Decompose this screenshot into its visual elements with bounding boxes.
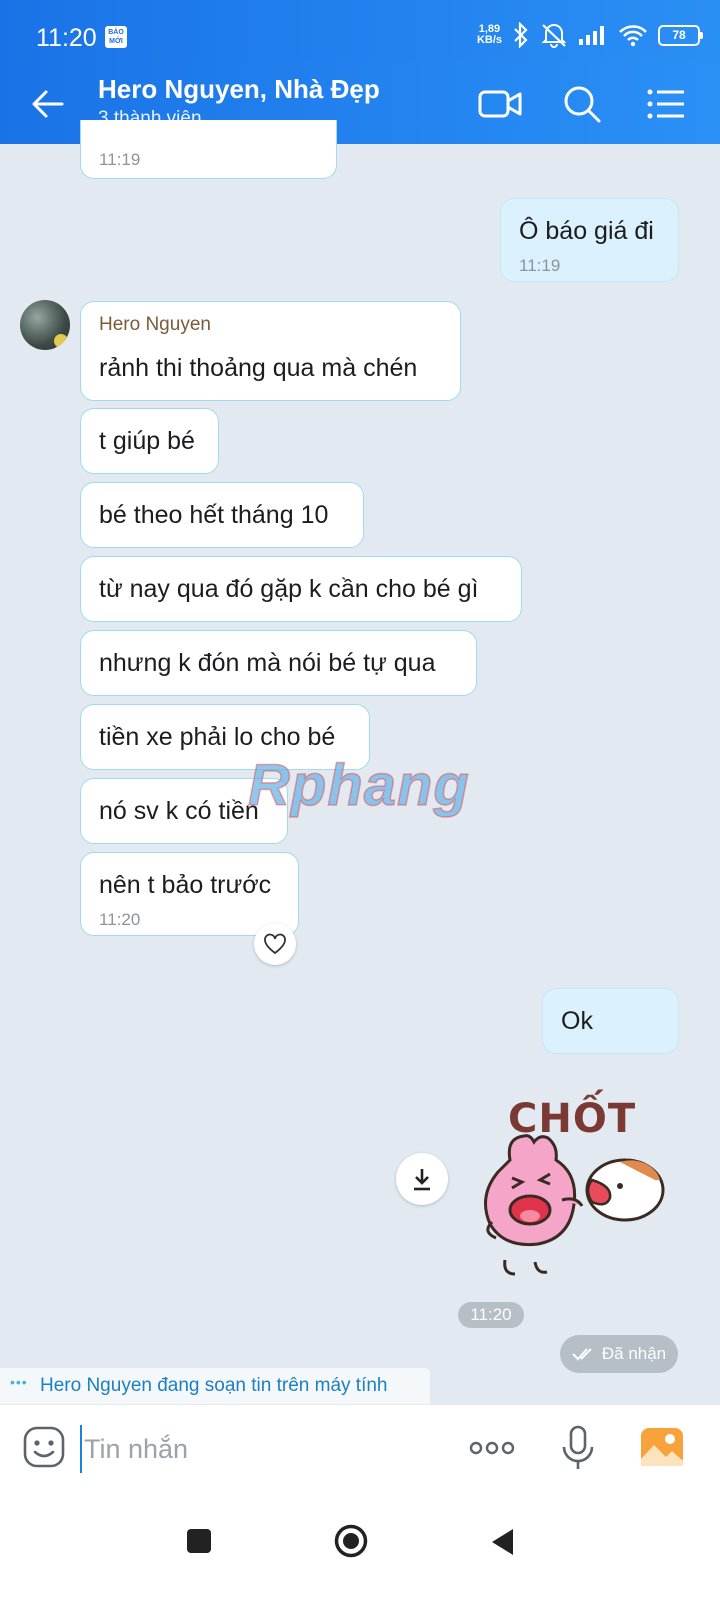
heart-icon bbox=[264, 933, 286, 955]
download-icon bbox=[414, 1169, 430, 1191]
message-text: nó sv k có tiền bbox=[99, 797, 259, 825]
message-bubble-incoming[interactable]: nhưng k đón mà nói bé tự qua bbox=[80, 630, 477, 696]
message-bubble-incoming[interactable]: 11:19 bbox=[80, 120, 337, 179]
message-bubble-outgoing[interactable]: Ok bbox=[542, 988, 679, 1054]
system-nav-bar bbox=[0, 1490, 720, 1600]
message-text: rảnh thi thoảng qua mà chén bbox=[99, 354, 418, 382]
search-icon[interactable] bbox=[558, 80, 606, 128]
message-bubble-incoming[interactable]: từ nay qua đó gặp k cần cho bé gì bbox=[80, 556, 522, 622]
message-text: t giúp bé bbox=[99, 427, 195, 455]
typing-indicator-text: Hero Nguyen đang soạn tin trên máy tính bbox=[40, 1375, 388, 1396]
composer-bar bbox=[0, 1404, 720, 1491]
download-sticker-button[interactable] bbox=[396, 1153, 448, 1205]
image-icon[interactable] bbox=[640, 1427, 684, 1467]
message-time: 11:19 bbox=[99, 150, 141, 169]
network-speed-unit: KB/s bbox=[476, 34, 502, 46]
network-speed: 1,89 KB/s bbox=[477, 24, 502, 46]
status-bar: 11:20 BÁO MỚI 1,89 KB/s 78 bbox=[0, 0, 720, 60]
typing-indicator: ••• Hero Nguyen đang soạn tin trên máy t… bbox=[0, 1368, 430, 1404]
sender-name: Hero Nguyen bbox=[99, 314, 211, 335]
nav-home-icon[interactable] bbox=[334, 1524, 368, 1558]
back-arrow-icon[interactable] bbox=[26, 82, 70, 126]
received-status: Đã nhận bbox=[560, 1335, 678, 1373]
message-bubble-incoming[interactable]: Hero Nguyen rảnh thi thoảng qua mà chén bbox=[80, 301, 461, 401]
message-bubble-incoming[interactable]: t giúp bé bbox=[80, 408, 219, 474]
menu-list-icon[interactable] bbox=[642, 80, 690, 128]
more-icon[interactable] bbox=[468, 1433, 516, 1463]
nav-back-icon[interactable] bbox=[490, 1528, 514, 1556]
wifi-icon bbox=[619, 25, 647, 47]
mic-icon[interactable] bbox=[560, 1425, 596, 1471]
news-app-icon: BÁO MỚI bbox=[105, 26, 127, 48]
message-text: từ nay qua đó gặp k cần cho bé gì bbox=[99, 575, 479, 603]
mute-icon bbox=[541, 24, 567, 48]
chat-title[interactable]: Hero Nguyen, Nhà Đẹp bbox=[98, 74, 380, 105]
message-text: tiền xe phải lo cho bé bbox=[99, 723, 336, 751]
video-call-icon[interactable] bbox=[476, 80, 524, 128]
message-input[interactable] bbox=[80, 1425, 446, 1473]
bluetooth-icon bbox=[514, 22, 528, 48]
message-text: Ok bbox=[561, 1007, 593, 1035]
sticker-time: 11:20 bbox=[458, 1302, 524, 1328]
message-time: 11:19 bbox=[519, 256, 561, 275]
message-text: Ô báo giá đi bbox=[519, 217, 654, 245]
message-bubble-incoming[interactable]: nên t bảo trước 11:20 bbox=[80, 852, 299, 936]
message-text: nên t bảo trước bbox=[99, 871, 272, 899]
emoji-icon[interactable] bbox=[22, 1425, 66, 1469]
battery-indicator: 78 bbox=[658, 24, 703, 46]
avatar[interactable] bbox=[20, 300, 70, 350]
message-bubble-outgoing[interactable]: Ô báo giá đi 11:19 bbox=[500, 198, 679, 282]
message-text: bé theo hết tháng 10 bbox=[99, 501, 329, 529]
message-text: nhưng k đón mà nói bé tự qua bbox=[99, 649, 436, 677]
sticker-image[interactable] bbox=[470, 1090, 690, 1290]
react-heart-button[interactable] bbox=[254, 923, 296, 965]
signal-icon bbox=[579, 26, 604, 45]
typing-dots-icon: ••• bbox=[10, 1374, 28, 1390]
check-icon bbox=[572, 1348, 592, 1361]
watermark: Rphang bbox=[247, 752, 470, 819]
message-bubble-incoming[interactable]: bé theo hết tháng 10 bbox=[80, 482, 364, 548]
received-status-text: Đã nhận bbox=[601, 1344, 667, 1363]
message-time: 11:20 bbox=[99, 910, 141, 929]
nav-recent-icon[interactable] bbox=[186, 1528, 212, 1554]
status-time: 11:20 bbox=[36, 24, 97, 52]
status-icons: 1,89 KB/s 78 bbox=[477, 20, 703, 50]
